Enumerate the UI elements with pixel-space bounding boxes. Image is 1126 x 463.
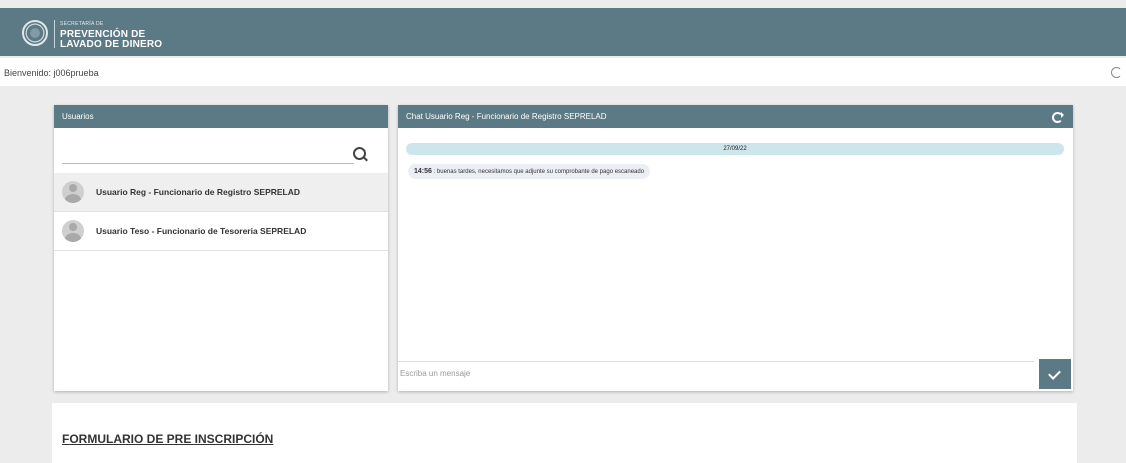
message-input-divider bbox=[398, 361, 1034, 362]
welcome-text: Bienvenido: j006prueba bbox=[4, 68, 99, 78]
avatar bbox=[62, 220, 84, 242]
avatar bbox=[62, 181, 84, 203]
message-input[interactable] bbox=[398, 364, 1032, 382]
user-list-item[interactable]: Usuario Teso - Funcionario de Tesoreria … bbox=[54, 212, 388, 251]
send-button[interactable] bbox=[1039, 359, 1071, 389]
logo-subtitle: SECRETARÍA DE bbox=[60, 21, 104, 27]
form-title: FORMULARIO DE PRE INSCRIPCIÓN bbox=[62, 432, 274, 446]
chat-message: 14:56 : buenas tardes, necesitamos que a… bbox=[408, 164, 651, 179]
search-underline bbox=[62, 163, 354, 164]
refresh-icon[interactable] bbox=[1052, 112, 1064, 123]
user-name: Usuario Reg - Funcionario de Registro SE… bbox=[96, 187, 301, 197]
search-input[interactable] bbox=[62, 147, 356, 164]
message-time: 14:56 bbox=[414, 168, 432, 175]
user-list-item[interactable]: Usuario Reg - Funcionario de Registro SE… bbox=[54, 173, 388, 212]
user-search bbox=[62, 145, 380, 165]
chat-title: Chat Usuario Reg - Funcionario de Regist… bbox=[406, 112, 607, 121]
refresh-icon[interactable] bbox=[1111, 67, 1122, 78]
welcome-bar: Bienvenido: j006prueba bbox=[0, 58, 1126, 86]
top-bar: SECRETARÍA DE PREVENCIÓN DE LAVADO DE DI… bbox=[0, 8, 1126, 56]
logo-divider bbox=[54, 20, 55, 48]
chat-panel: Chat Usuario Reg - Funcionario de Regist… bbox=[398, 105, 1073, 391]
search-icon[interactable] bbox=[353, 147, 366, 160]
user-name: Usuario Teso - Funcionario de Tesoreria … bbox=[96, 226, 307, 236]
users-panel-header: Usuarios bbox=[54, 105, 388, 128]
logo-title-line-2: LAVADO DE DINERO bbox=[60, 39, 163, 50]
chat-panel-header: Chat Usuario Reg - Funcionario de Regist… bbox=[398, 105, 1073, 128]
users-panel-title: Usuarios bbox=[62, 112, 94, 121]
message-text: : buenas tardes, necesitamos que adjunte… bbox=[431, 169, 645, 175]
chat-date-divider: 27/09/22 bbox=[406, 143, 1064, 155]
form-panel: FORMULARIO DE PRE INSCRIPCIÓN bbox=[52, 403, 1077, 463]
check-icon bbox=[1048, 367, 1061, 380]
users-panel: Usuarios Usuario Reg - Funcionario de Re… bbox=[54, 105, 388, 391]
seal-icon bbox=[22, 20, 48, 46]
